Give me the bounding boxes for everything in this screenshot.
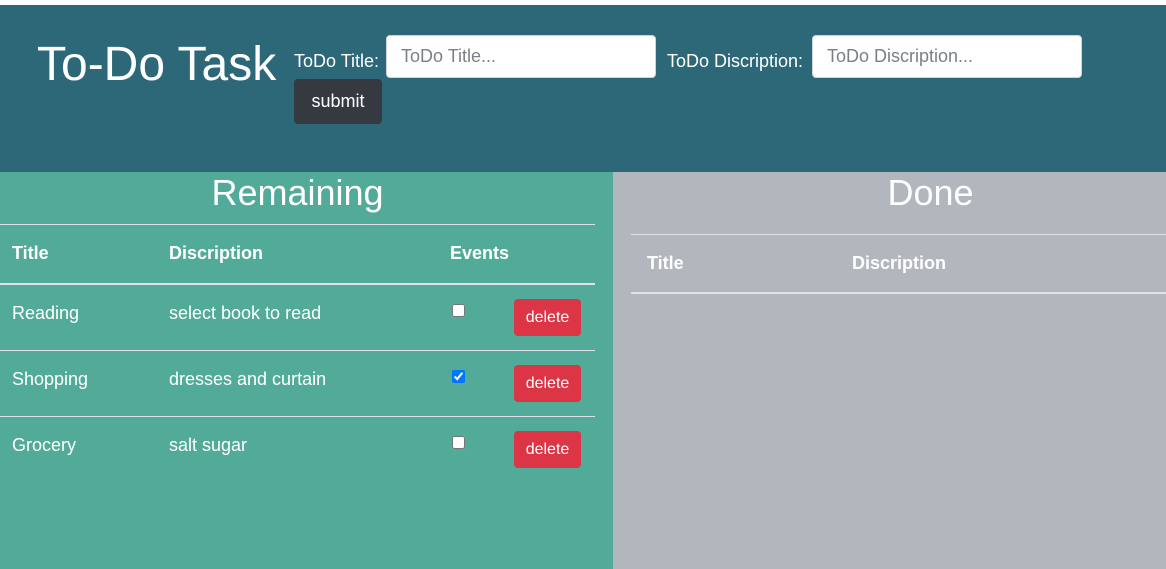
done-panel: Done Title Discription [613, 172, 1166, 569]
column-header-description: Discription [852, 253, 947, 273]
task-description: dresses and curtain [169, 369, 327, 389]
table-header-border [0, 283, 595, 285]
todo-title-label: ToDo Title: [294, 51, 380, 71]
table-top-border [0, 224, 595, 225]
row-divider [0, 350, 595, 351]
remaining-heading: Remaining [211, 172, 384, 213]
column-header-description: Discription [169, 243, 264, 263]
todo-title-input[interactable] [386, 35, 656, 78]
table-header-border [631, 292, 1166, 294]
row-divider [0, 416, 595, 417]
table-top-border [631, 234, 1166, 235]
task-title: Shopping [12, 369, 89, 389]
task-description: select book to read [169, 303, 322, 323]
task-done-checkbox[interactable] [452, 436, 465, 449]
submit-button[interactable]: submit [294, 79, 382, 124]
remaining-panel: Remaining Title Discription Events Readi… [0, 172, 613, 569]
delete-button[interactable]: delete [514, 299, 581, 336]
todo-description-label: ToDo Discription: [667, 51, 804, 71]
task-title: Reading [12, 303, 80, 323]
delete-button[interactable]: delete [514, 431, 581, 468]
task-done-checkbox[interactable] [452, 370, 465, 383]
column-header-events: Events [450, 243, 510, 263]
column-header-title: Title [647, 253, 684, 273]
column-header-title: Title [12, 243, 49, 263]
done-heading: Done [887, 172, 974, 213]
todo-description-input[interactable] [812, 35, 1082, 78]
header-bar: To-Do Task ToDo Title: ToDo Discription:… [0, 5, 1166, 172]
app-title: To-Do Task [37, 38, 277, 91]
task-title: Grocery [12, 435, 77, 455]
task-description: salt sugar [169, 435, 248, 455]
delete-button[interactable]: delete [514, 365, 581, 402]
task-done-checkbox[interactable] [452, 304, 465, 317]
